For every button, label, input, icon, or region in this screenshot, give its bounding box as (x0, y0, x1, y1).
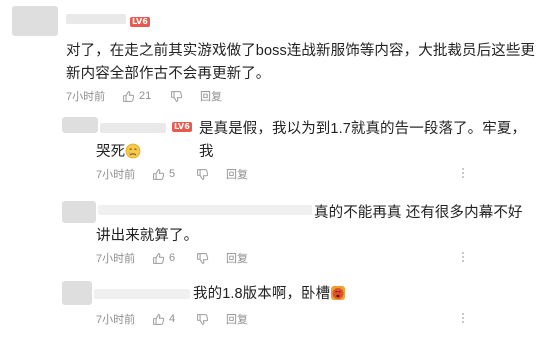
comment-text-line: 是真是假，我以为到1.7就真的告一段落了。牢夏，我 (199, 121, 527, 160)
comment-text-line: 真的不能再真 还有很多内幕不好 (314, 205, 523, 221)
avatar[interactable] (62, 117, 98, 133)
thumbs-up-icon (153, 313, 165, 325)
comment-text-line: 讲出来就算了。 (96, 228, 199, 244)
comment-text: 我的1.8版本啊，卧槽 (193, 283, 393, 309)
crying-face-icon (330, 285, 346, 309)
comment-text: 讲出来就算了。 (96, 225, 246, 248)
reply-button[interactable]: 回复 (226, 166, 248, 182)
comment-text-line: 哭死 (96, 144, 126, 160)
thumbs-down-icon (171, 90, 183, 102)
reply-button[interactable]: 回复 (200, 88, 222, 104)
like-count: 5 (169, 168, 176, 180)
comment-text: 是真是假，我以为到1.7就真的告一段落了。牢夏，我 (199, 118, 529, 164)
thumbs-down-icon (197, 313, 209, 325)
comment-meta: 7小时前 21 回复 (66, 88, 222, 104)
like-button[interactable]: 4 (152, 313, 196, 326)
timestamp: 7小时前 (96, 314, 136, 326)
level-badge: LV6 (130, 17, 150, 27)
username-redacted[interactable] (66, 14, 126, 24)
like-count: 21 (139, 90, 152, 102)
crying-face-icon (125, 143, 141, 167)
reply-button[interactable]: 回复 (226, 250, 248, 266)
comment-text-line: 对了，在走之前其实游戏做了boss连战新服饰等内容，大批裁员后这些更 (66, 43, 536, 59)
username-redacted[interactable] (100, 123, 166, 133)
timestamp: 7小时前 (66, 91, 106, 103)
like-count: 4 (169, 313, 176, 325)
level-badge: LV6 (172, 122, 192, 132)
avatar[interactable] (62, 281, 92, 305)
thumbs-up-icon (123, 90, 135, 102)
thumbs-down-icon (197, 252, 209, 264)
comment-text: 对了，在走之前其实游戏做了boss连战新服饰等内容，大批裁员后这些更 新内容全部… (66, 40, 546, 86)
comment-meta: 7小时前 6 回复 (96, 250, 248, 266)
dislike-button[interactable] (196, 313, 226, 326)
comment-text-line: 我的1.8版本啊，卧槽 (193, 286, 331, 302)
thumbs-up-icon (153, 252, 165, 264)
more-options-icon[interactable] (457, 168, 469, 178)
comment-text: 真的不能再真 还有很多内幕不好 (314, 202, 534, 225)
thumbs-up-icon (153, 168, 165, 180)
more-options-icon[interactable] (457, 313, 469, 323)
dislike-button[interactable] (196, 168, 226, 181)
like-button[interactable]: 6 (152, 252, 196, 265)
more-options-icon[interactable] (457, 252, 469, 262)
timestamp: 7小时前 (96, 253, 136, 265)
dislike-button[interactable] (196, 252, 226, 265)
comment-text-line: 新内容全部作古不会再更新了。 (66, 66, 271, 82)
comment-meta: 7小时前 5 回复 (96, 166, 248, 182)
username-redacted[interactable] (98, 205, 312, 215)
avatar[interactable] (62, 201, 96, 223)
dislike-button[interactable] (170, 90, 200, 103)
avatar[interactable] (12, 6, 58, 36)
reply-button[interactable]: 回复 (226, 311, 248, 327)
like-button[interactable]: 5 (152, 168, 196, 181)
like-count: 6 (169, 252, 176, 264)
like-button[interactable]: 21 (122, 90, 170, 103)
timestamp: 7小时前 (96, 169, 136, 181)
username-redacted[interactable] (94, 289, 190, 299)
comment-text: 哭死 (96, 141, 216, 167)
comment-meta: 7小时前 4 回复 (96, 311, 248, 327)
thumbs-down-icon (197, 168, 209, 180)
